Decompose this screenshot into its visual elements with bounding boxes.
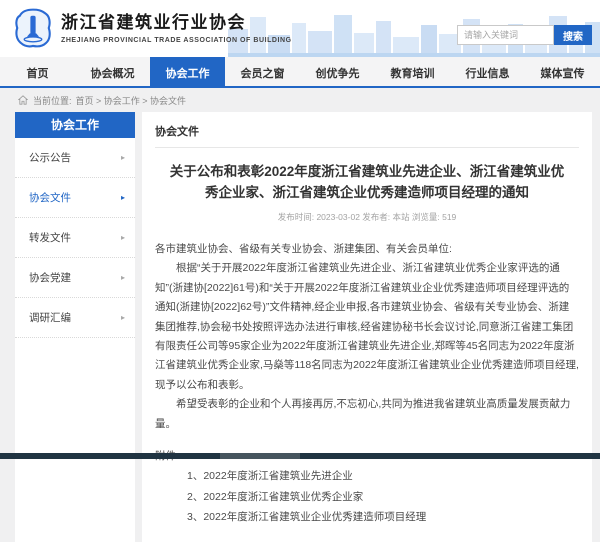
attachment-link-2[interactable]: 2、2022年度浙江省建筑业优秀企业家 xyxy=(187,487,579,507)
nav-item-excellence[interactable]: 创优争先 xyxy=(300,57,375,88)
attachment-link-1[interactable]: 1、2022年度浙江省建筑业先进企业 xyxy=(187,466,579,486)
sidebar-item-label: 协会党建 xyxy=(29,270,71,285)
nav-item-media[interactable]: 媒体宣传 xyxy=(525,57,600,88)
article-paragraph-main: 根据“关于开展2022年度浙江省建筑业先进企业、浙江省建筑业优秀企业家评选的通知… xyxy=(155,259,579,395)
nav-item-association-work[interactable]: 协会工作 xyxy=(150,57,225,88)
section-title: 协会文件 xyxy=(155,112,579,148)
brand-block[interactable]: 浙江省建筑业行业协会 ZHEJIANG PROVINCIAL TRADE ASS… xyxy=(12,7,292,49)
breadcrumb: 当前位置: 首页 > 协会工作 > 协会文件 xyxy=(0,88,600,112)
main-nav: 首页 协会概况 协会工作 会员之窗 创优争先 教育培训 行业信息 媒体宣传 xyxy=(0,57,600,88)
nav-item-about[interactable]: 协会概况 xyxy=(75,57,150,88)
chevron-right-icon: ▸ xyxy=(121,313,125,322)
site-header: 浙江省建筑业行业协会 ZHEJIANG PROVINCIAL TRADE ASS… xyxy=(0,0,600,57)
site-subtitle: ZHEJIANG PROVINCIAL TRADE ASSOCIATION OF… xyxy=(61,37,292,44)
sidebar: 协会工作 公示公告 ▸ 协会文件 ▸ 转发文件 ▸ 协会党建 ▸ 调研汇编 ▸ xyxy=(15,112,135,542)
footer-bar xyxy=(0,453,600,459)
breadcrumb-label: 当前位置: xyxy=(33,94,72,107)
sidebar-item-association-documents[interactable]: 协会文件 ▸ xyxy=(15,178,135,218)
search-input[interactable] xyxy=(457,25,554,45)
brand-text: 浙江省建筑业行业协会 ZHEJIANG PROVINCIAL TRADE ASS… xyxy=(61,12,292,44)
sidebar-item-forwarded-documents[interactable]: 转发文件 ▸ xyxy=(15,218,135,258)
search-button[interactable]: 搜索 xyxy=(554,25,592,45)
sidebar-item-label: 公示公告 xyxy=(29,150,71,165)
chevron-right-icon: ▸ xyxy=(121,233,125,242)
sidebar-item-label: 协会文件 xyxy=(29,190,71,205)
sidebar-item-research-compilation[interactable]: 调研汇编 ▸ xyxy=(15,298,135,338)
attachment-list: 1、2022年度浙江省建筑业先进企业 2、2022年度浙江省建筑业优秀企业家 3… xyxy=(187,466,579,527)
sidebar-item-party-building[interactable]: 协会党建 ▸ xyxy=(15,258,135,298)
article-paragraph-closing: 希望受表彰的企业和个人再接再厉,不忘初心,共同为推进我省建筑业高质量发展贡献力量… xyxy=(155,395,579,434)
nav-item-members[interactable]: 会员之窗 xyxy=(225,57,300,88)
sidebar-item-announcements[interactable]: 公示公告 ▸ xyxy=(15,138,135,178)
main-panel: 协会文件 关于公布和表彰2022年度浙江省建筑业先进企业、浙江省建筑业优秀企业家… xyxy=(142,112,592,542)
attachment-link-3[interactable]: 3、2022年度浙江省建筑业企业优秀建造师项目经理 xyxy=(187,507,579,527)
chevron-right-icon: ▸ xyxy=(121,153,125,162)
article-body: 各市建筑业协会、省级有关专业协会、浙建集团、有关会员单位: 根据“关于开展202… xyxy=(155,240,579,528)
site-title: 浙江省建筑业行业协会 xyxy=(61,12,292,34)
breadcrumb-path[interactable]: 首页 > 协会工作 > 协会文件 xyxy=(76,94,187,107)
search-area: 搜索 xyxy=(457,25,592,45)
sidebar-title: 协会工作 xyxy=(15,112,135,138)
article-meta: 发布时间: 2023-03-02 发布者: 本站 浏览量: 519 xyxy=(155,211,579,223)
nav-item-home[interactable]: 首页 xyxy=(0,57,75,88)
chevron-right-icon: ▸ xyxy=(121,273,125,282)
home-icon xyxy=(18,95,28,105)
sidebar-item-label: 转发文件 xyxy=(29,230,71,245)
scrollbar-thumb[interactable] xyxy=(220,453,300,459)
chevron-right-icon: ▸ xyxy=(121,193,125,202)
article-title: 关于公布和表彰2022年度浙江省建筑业先进企业、浙江省建筑业优秀企业家、浙江省建… xyxy=(163,162,570,204)
nav-item-training[interactable]: 教育培训 xyxy=(375,57,450,88)
nav-item-industry-info[interactable]: 行业信息 xyxy=(450,57,525,88)
sidebar-item-label: 调研汇编 xyxy=(29,310,71,325)
content-layout: 协会工作 公示公告 ▸ 协会文件 ▸ 转发文件 ▸ 协会党建 ▸ 调研汇编 ▸ … xyxy=(0,112,600,542)
article-paragraph-salutation: 各市建筑业协会、省级有关专业协会、浙建集团、有关会员单位: xyxy=(155,240,579,259)
association-logo-icon xyxy=(12,7,54,49)
